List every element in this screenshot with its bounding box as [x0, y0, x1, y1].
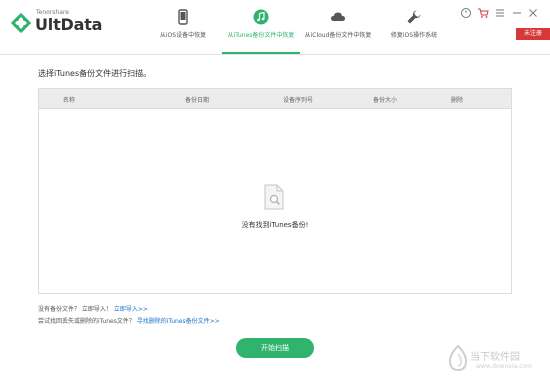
phone-icon	[178, 9, 188, 25]
music-icon	[253, 9, 269, 25]
app-header: Tenorshare UltData 从iOS设备中恢复 从iTunes备份文件…	[0, 0, 550, 55]
close-icon[interactable]	[527, 7, 539, 19]
brand-name: UltData	[35, 15, 103, 34]
tab-itunes-backup[interactable]: 从iTunes备份文件中恢复	[222, 0, 300, 54]
tab-label: 从iOS设备中恢复	[159, 32, 207, 39]
start-scan-button[interactable]: 开始扫描	[236, 338, 314, 358]
recover-hint-text: 尝试找回丢失或删除的iTunes文件？	[38, 318, 135, 325]
column-backup-date[interactable]: 备份日期	[185, 95, 209, 104]
active-tab-indicator	[222, 52, 300, 54]
register-badge[interactable]: 未注册	[516, 28, 550, 40]
watermark-url: www.downxia.com	[476, 363, 532, 370]
scan-prompt: 选择iTunes备份文件进行扫描。	[38, 69, 152, 78]
watermark: 当下软件园 www.downxia.com	[446, 340, 546, 376]
tab-icloud-backup[interactable]: 从iCloud备份文件中恢复	[298, 0, 378, 53]
minimize-icon[interactable]	[511, 7, 523, 19]
backup-table: 名称 备份日期 设备序列号 备份大小 删除 没有找到iTunes备份!	[38, 88, 512, 294]
tab-label: 修复iOS操作系统	[390, 32, 438, 39]
wrench-icon	[407, 10, 421, 24]
import-now-link[interactable]: 立即导入>>	[114, 306, 148, 313]
import-hint: 没有备份文件？ 立即导入！ 立即导入>>	[38, 304, 148, 313]
import-hint-text: 没有备份文件？ 立即导入！	[38, 306, 112, 313]
column-delete[interactable]: 删除	[451, 95, 463, 104]
cloud-icon	[331, 12, 345, 21]
table-header: 名称 备份日期 设备序列号 备份大小 删除	[39, 89, 511, 109]
watermark-logo-icon	[448, 344, 468, 372]
empty-state-message: 没有找到iTunes备份!	[241, 221, 309, 229]
menu-icon[interactable]	[494, 7, 506, 19]
column-backup-size[interactable]: 备份大小	[373, 95, 397, 104]
tab-label: 从iTunes备份文件中恢复	[227, 32, 295, 39]
watermark-text: 当下软件园	[470, 352, 520, 363]
cart-icon[interactable]	[477, 7, 489, 19]
column-serial-number[interactable]: 设备序列号	[283, 95, 313, 104]
find-deleted-backup-link[interactable]: 寻找删除的iTunes备份文件>>	[137, 318, 220, 325]
recover-hint: 尝试找回丢失或删除的iTunes文件？ 寻找删除的iTunes备份文件>>	[38, 316, 220, 325]
tab-ios-device[interactable]: 从iOS设备中恢复	[140, 0, 226, 53]
ultdata-logo-icon	[10, 12, 32, 34]
window-controls	[460, 7, 540, 19]
tab-repair-ios[interactable]: 修复iOS操作系统	[378, 0, 450, 53]
clock-icon[interactable]	[460, 7, 472, 19]
empty-file-search-icon	[264, 184, 284, 210]
tab-label: 从iCloud备份文件中恢复	[304, 32, 372, 39]
column-name[interactable]: 名称	[63, 95, 75, 104]
